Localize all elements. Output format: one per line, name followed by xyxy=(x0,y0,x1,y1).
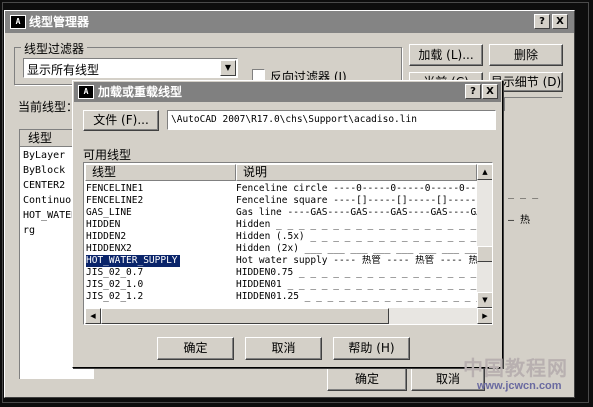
scroll-right-arrow-icon[interactable]: ▶ xyxy=(477,308,492,324)
scroll-down-arrow-icon[interactable]: ▼ xyxy=(477,292,492,308)
table-row[interactable]: HIDDENX2 Hidden (2x) ___ ___ ___ ___ ___ … xyxy=(85,243,481,255)
linetype-description: Fenceline square ----[]-----[]-----[]---… xyxy=(236,195,481,206)
autocad-app-icon: A xyxy=(10,15,26,29)
filter-group-label: 线型过滤器 xyxy=(21,40,88,57)
list-item[interactable]: CENTER2 xyxy=(23,180,65,191)
linetype-description: Gas line ----GAS----GAS----GAS----GAS---… xyxy=(236,207,481,218)
linetype-name: HIDDENX2 xyxy=(86,243,132,254)
watermark-title: 中国教程网 xyxy=(463,356,568,380)
linetype-name: GAS_LINE xyxy=(86,207,132,218)
horizontal-scrollbar[interactable]: ◀ ▶ xyxy=(85,308,492,324)
filter-selected-value: 显示所有线型 xyxy=(27,63,100,77)
load-button[interactable]: 加载 (L)... xyxy=(409,44,483,66)
list-item[interactable]: ByLayer xyxy=(23,150,65,161)
linetype-filter-dropdown[interactable]: 显示所有线型 ▼ xyxy=(23,58,238,78)
close-titlebar-button[interactable]: X xyxy=(552,14,568,29)
linetype-name: HOT_WATER_SUPPLY xyxy=(86,255,180,267)
table-row[interactable]: JIS_02_1.2 HIDDEN01.25 _ _ _ _ _ _ _ _ _ … xyxy=(85,291,481,303)
load-linetypes-titlebar[interactable]: A 加载或重载线型 xyxy=(74,82,501,102)
watermark-logo: 中国教程网 www.jcwcn.com xyxy=(455,352,590,402)
table-row[interactable]: FENCELINE2 Fenceline square ----[]-----[]… xyxy=(85,195,481,207)
list-item[interactable]: ByBlock xyxy=(23,165,65,176)
linetype-description: Hidden _ _ _ _ _ _ _ _ _ _ _ _ _ _ _ _ _… xyxy=(236,219,481,230)
manager-ok-button[interactable]: 确定 xyxy=(327,368,407,391)
linetype-manager-title: 线型管理器 xyxy=(29,15,90,29)
linetype-name: HIDDEN2 xyxy=(86,231,127,242)
linetype-name: FENCELINE2 xyxy=(86,195,144,206)
linetype-description: HIDDEN01.25 _ _ _ _ _ _ _ _ _ _ _ _ _ _ … xyxy=(236,291,481,302)
linetype-description: HIDDEN0.75 _ _ _ _ _ _ _ _ _ _ _ _ _ _ _… xyxy=(236,267,481,278)
list-item[interactable]: rg xyxy=(23,225,35,236)
load-cancel-button[interactable]: 取消 xyxy=(245,337,322,360)
linetype-description: Hidden (2x) ___ ___ ___ ___ ___ ___ ___ … xyxy=(236,243,481,254)
watermark-url: www.jcwcn.com xyxy=(477,380,562,392)
linetype-name: FENCELINE1 xyxy=(86,183,144,194)
load-help-button[interactable]: 帮助 (H) xyxy=(333,337,410,360)
table-row[interactable]: FENCELINE1 Fenceline circle ----0-----0--… xyxy=(85,183,481,195)
table-row-selected[interactable]: HOT_WATER_SUPPLY Hot water supply ---- 热管… xyxy=(85,255,481,267)
help-titlebar-button[interactable]: ? xyxy=(465,84,481,99)
back-row-dashes: _ _ _ xyxy=(508,188,539,199)
table-row[interactable]: GAS_LINE Gas line ----GAS----GAS----GAS--… xyxy=(85,207,481,219)
help-titlebar-button[interactable]: ? xyxy=(534,14,550,29)
linetype-file-path-field[interactable]: \AutoCAD 2007\R17.0\chs\Support\acadiso.… xyxy=(167,110,496,130)
horizontal-scroll-thumb[interactable] xyxy=(101,308,389,324)
linetype-description: HIDDEN01 _ _ _ _ _ _ _ _ _ _ _ _ _ _ _ _… xyxy=(236,279,481,290)
delete-button[interactable]: 删除 xyxy=(489,44,563,66)
load-linetypes-dialog: A 加载或重载线型 ? X 文件 (F)... \AutoCAD 2007\R1… xyxy=(72,80,503,368)
current-linetype-field xyxy=(504,97,562,111)
column-header-description[interactable]: 说明 xyxy=(236,164,477,181)
linetype-name: JIS_02_1.2 xyxy=(86,291,144,302)
load-ok-button[interactable]: 确定 xyxy=(157,337,234,360)
file-browse-button[interactable]: 文件 (F)... xyxy=(83,110,159,131)
linetype-name: JIS_02_0.7 xyxy=(86,267,144,278)
back-row-hot-water: — 热 xyxy=(508,215,531,226)
chevron-down-icon[interactable]: ▼ xyxy=(220,60,236,76)
linetype-description: Hidden (.5x) _ _ _ _ _ _ _ _ _ _ _ _ _ _… xyxy=(236,231,481,242)
vertical-scroll-thumb[interactable] xyxy=(477,246,492,262)
linetype-description: Fenceline circle ----0-----0-----0-----0… xyxy=(236,183,481,194)
available-linetypes-label: 可用线型 xyxy=(83,148,132,162)
linetype-name: JIS_02_1.0 xyxy=(86,279,144,290)
load-linetypes-title: 加载或重载线型 xyxy=(98,85,183,99)
table-row[interactable]: JIS_02_1.0 HIDDEN01 _ _ _ _ _ _ _ _ _ _ _… xyxy=(85,279,481,291)
table-row[interactable]: JIS_02_0.7 HIDDEN0.75 _ _ _ _ _ _ _ _ _ _… xyxy=(85,267,481,279)
vertical-scrollbar[interactable]: ▲ ▼ xyxy=(477,164,492,308)
scroll-up-arrow-icon[interactable]: ▲ xyxy=(477,164,492,180)
table-row[interactable]: HIDDEN Hidden _ _ _ _ _ _ _ _ _ _ _ _ _ _… xyxy=(85,219,481,231)
close-titlebar-button[interactable]: X xyxy=(482,84,498,99)
linetype-description: Hot water supply ---- 热管 ---- 热管 ---- 热管 xyxy=(236,255,481,266)
available-linetypes-list[interactable]: 线型 说明 FENCELINE1 Fenceline circle ----0--… xyxy=(83,162,493,325)
column-header-linetype[interactable]: 线型 xyxy=(85,164,236,181)
current-linetype-label: 当前线型： xyxy=(18,100,79,114)
table-row[interactable]: HIDDEN2 Hidden (.5x) _ _ _ _ _ _ _ _ _ _ … xyxy=(85,231,481,243)
list-item[interactable]: HOT_WATER xyxy=(23,210,77,221)
linetype-manager-titlebar[interactable]: A 线型管理器 xyxy=(5,11,574,33)
autocad-app-icon: A xyxy=(78,85,94,99)
scroll-left-arrow-icon[interactable]: ◀ xyxy=(85,308,101,324)
linetype-name: HIDDEN xyxy=(86,219,121,230)
